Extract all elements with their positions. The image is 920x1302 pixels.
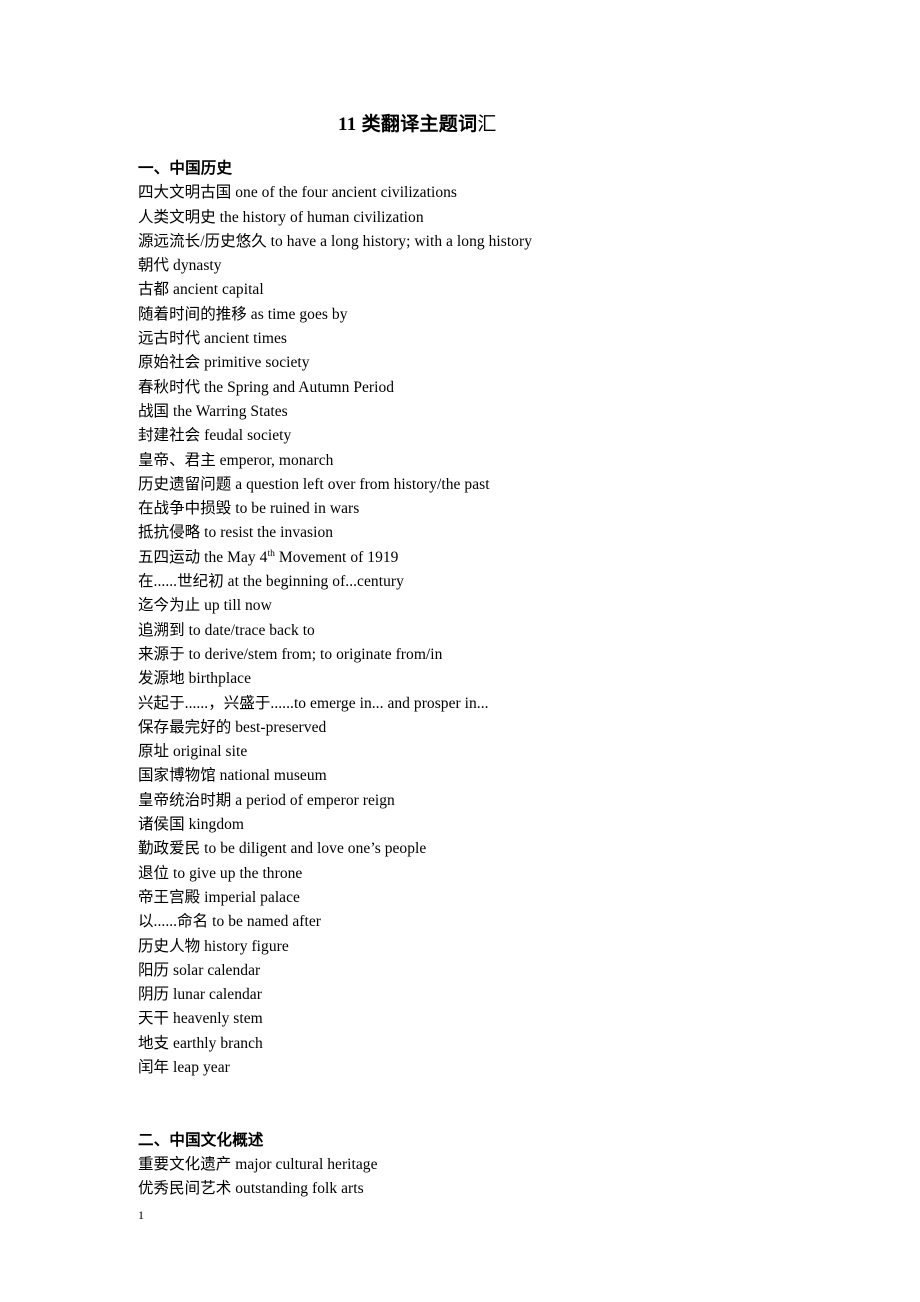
- vocab-entry: 帝王宫殿 imperial palace: [138, 888, 300, 906]
- vocab-entry: 春秋时代 the Spring and Autumn Period: [138, 378, 395, 396]
- vocab-entry: 天干 heavenly stem: [138, 1010, 263, 1028]
- vocab-entry: 人类文明史 the history of human civilization: [138, 208, 424, 226]
- vocab-entry: 历史遗留问题 a question left over from history…: [138, 475, 490, 493]
- vocab-entry: 退位 to give up the throne: [138, 864, 303, 882]
- vocab-entry: 战国 the Warring States: [138, 402, 288, 420]
- document-page: 11 类翻译主题词汇 一、中国历史 四大文明古国 one of the four…: [0, 0, 920, 1302]
- vocab-entry: 保存最完好的 best-preserved: [138, 718, 327, 736]
- vocab-entry: 五四运动 the May 4th Movement of 1919: [138, 546, 778, 570]
- vocab-entry: 闰年 leap year: [138, 1058, 230, 1076]
- document-title: 11 类翻译主题词汇: [138, 112, 778, 138]
- vocab-entry: 优秀民间艺术 outstanding folk arts: [138, 1180, 364, 1198]
- vocab-entry: 以......命名 to be named after: [138, 913, 321, 931]
- vocab-entry: 皇帝、君主 emperor, monarch: [138, 451, 334, 469]
- vocab-entry: 在战争中损毁 to be ruined in wars: [138, 500, 360, 518]
- vocab-entry: 国家博物馆 national museum: [138, 767, 327, 785]
- vocab-entry: 诸侯国 kingdom: [138, 816, 245, 834]
- vocab-entry-pre: 五四运动 the May 4: [138, 548, 268, 566]
- document-title-main: 11 类翻译主题词: [338, 114, 478, 135]
- ordinal-suffix: th: [267, 548, 275, 559]
- vocab-entry: 兴起于......，兴盛于......to emerge in... and p…: [138, 694, 489, 712]
- vocab-entry: 原址 original site: [138, 743, 248, 761]
- vocab-entry: 阳历 solar calendar: [138, 961, 261, 979]
- section-heading-1: 一、中国历史: [138, 160, 233, 177]
- vocab-entry: 随着时间的推移 as time goes by: [138, 305, 348, 323]
- vocab-entry: 历史人物 history figure: [138, 937, 289, 955]
- vocab-entry: 来源于 to derive/stem from; to originate fr…: [138, 645, 443, 663]
- vocab-entry: 原始社会 primitive society: [138, 354, 310, 372]
- vocab-entry: 古都 ancient capital: [138, 281, 264, 299]
- vocab-entry: 四大文明古国 one of the four ancient civilizat…: [138, 184, 458, 202]
- document-body: 11 类翻译主题词汇 一、中国历史 四大文明古国 one of the four…: [138, 112, 778, 1202]
- vocab-entry: 地支 earthly branch: [138, 1034, 263, 1052]
- vocab-entry: 勤政爱民 to be diligent and love one’s peopl…: [138, 840, 427, 858]
- vocab-entry: 朝代 dynasty: [138, 257, 222, 275]
- vocab-entry: 阴历 lunar calendar: [138, 986, 262, 1004]
- vocab-entry: 源远流长/历史悠久 to have a long history; with a…: [138, 232, 532, 250]
- vocab-entry-post: Movement of 1919: [274, 548, 399, 566]
- vocab-entry: 远古时代 ancient times: [138, 330, 287, 348]
- vocab-entry: 抵抗侵略 to resist the invasion: [138, 524, 334, 542]
- vocab-entry: 封建社会 feudal society: [138, 427, 292, 445]
- vocab-entry: 迄今为止 up till now: [138, 597, 272, 615]
- section-heading-2: 二、中国文化概述: [138, 1131, 264, 1149]
- document-title-tail: 汇: [477, 114, 497, 135]
- vocab-entry: 追溯到 to date/trace back to: [138, 621, 315, 639]
- vocab-entry: 重要文化遗产 major cultural heritage: [138, 1156, 378, 1174]
- vocab-entry: 在......世纪初 at the beginning of...century: [138, 573, 404, 591]
- vocab-entry: 发源地 birthplace: [138, 670, 252, 688]
- vocab-entry: 皇帝统治时期 a period of emperor reign: [138, 791, 395, 809]
- page-number: 1: [138, 1208, 144, 1222]
